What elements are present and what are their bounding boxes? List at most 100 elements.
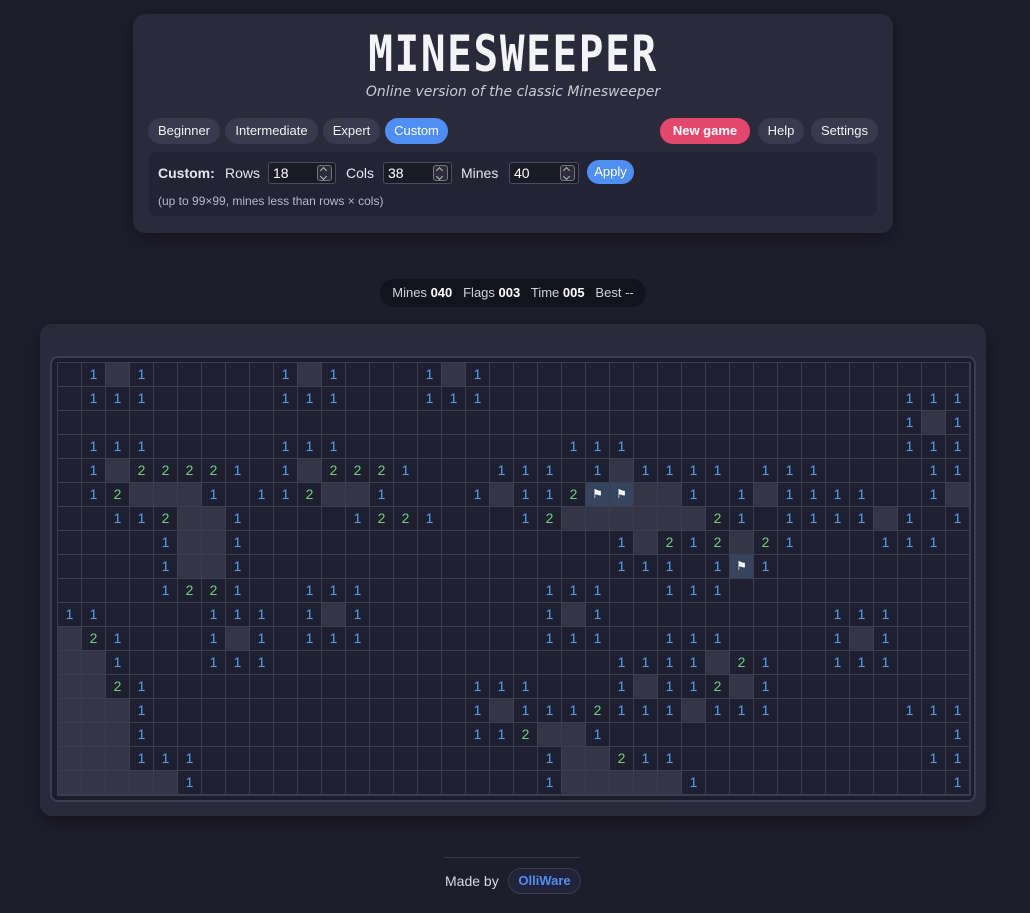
revealed-cell[interactable] bbox=[442, 651, 466, 675]
number-cell[interactable]: 1 bbox=[178, 747, 202, 771]
revealed-cell[interactable] bbox=[802, 747, 826, 771]
number-cell[interactable]: 1 bbox=[946, 387, 970, 411]
revealed-cell[interactable] bbox=[922, 579, 946, 603]
hidden-cell[interactable] bbox=[58, 723, 82, 747]
revealed-cell[interactable] bbox=[298, 531, 322, 555]
revealed-cell[interactable] bbox=[490, 627, 514, 651]
number-cell[interactable]: 1 bbox=[130, 507, 154, 531]
revealed-cell[interactable] bbox=[682, 603, 706, 627]
revealed-cell[interactable] bbox=[874, 411, 898, 435]
number-cell[interactable]: 1 bbox=[178, 771, 202, 795]
revealed-cell[interactable] bbox=[226, 363, 250, 387]
number-cell[interactable]: 1 bbox=[562, 435, 586, 459]
revealed-cell[interactable] bbox=[490, 507, 514, 531]
revealed-cell[interactable] bbox=[586, 555, 610, 579]
revealed-cell[interactable] bbox=[466, 459, 490, 483]
number-cell[interactable]: 1 bbox=[898, 387, 922, 411]
revealed-cell[interactable] bbox=[394, 723, 418, 747]
revealed-cell[interactable] bbox=[274, 411, 298, 435]
revealed-cell[interactable] bbox=[226, 483, 250, 507]
number-cell[interactable]: 1 bbox=[562, 627, 586, 651]
number-cell[interactable]: 1 bbox=[586, 579, 610, 603]
revealed-cell[interactable] bbox=[394, 435, 418, 459]
revealed-cell[interactable] bbox=[706, 483, 730, 507]
revealed-cell[interactable] bbox=[322, 555, 346, 579]
revealed-cell[interactable] bbox=[226, 387, 250, 411]
number-cell[interactable]: 1 bbox=[682, 579, 706, 603]
revealed-cell[interactable] bbox=[946, 579, 970, 603]
number-cell[interactable]: 1 bbox=[850, 603, 874, 627]
revealed-cell[interactable] bbox=[922, 675, 946, 699]
revealed-cell[interactable] bbox=[634, 627, 658, 651]
number-cell[interactable]: 1 bbox=[82, 387, 106, 411]
revealed-cell[interactable] bbox=[658, 363, 682, 387]
number-cell[interactable]: 1 bbox=[514, 699, 538, 723]
revealed-cell[interactable] bbox=[274, 531, 298, 555]
revealed-cell[interactable] bbox=[850, 771, 874, 795]
revealed-cell[interactable] bbox=[898, 483, 922, 507]
number-cell[interactable]: 1 bbox=[802, 483, 826, 507]
revealed-cell[interactable] bbox=[802, 579, 826, 603]
number-cell[interactable]: 1 bbox=[850, 651, 874, 675]
revealed-cell[interactable] bbox=[802, 531, 826, 555]
number-cell[interactable]: 1 bbox=[682, 531, 706, 555]
revealed-cell[interactable] bbox=[658, 723, 682, 747]
number-cell[interactable]: 1 bbox=[466, 723, 490, 747]
number-cell[interactable]: 2 bbox=[202, 459, 226, 483]
number-cell[interactable]: 1 bbox=[250, 483, 274, 507]
revealed-cell[interactable] bbox=[850, 363, 874, 387]
number-cell[interactable]: 1 bbox=[634, 459, 658, 483]
revealed-cell[interactable] bbox=[346, 435, 370, 459]
revealed-cell[interactable] bbox=[202, 435, 226, 459]
number-cell[interactable]: 2 bbox=[514, 723, 538, 747]
flagged-cell[interactable]: ⚑ bbox=[730, 555, 754, 579]
revealed-cell[interactable] bbox=[490, 603, 514, 627]
number-cell[interactable]: 1 bbox=[586, 603, 610, 627]
revealed-cell[interactable] bbox=[682, 723, 706, 747]
number-cell[interactable]: 1 bbox=[610, 531, 634, 555]
revealed-cell[interactable] bbox=[850, 555, 874, 579]
hidden-cell[interactable] bbox=[106, 363, 130, 387]
revealed-cell[interactable] bbox=[586, 531, 610, 555]
number-cell[interactable]: 1 bbox=[778, 531, 802, 555]
number-cell[interactable]: 1 bbox=[346, 579, 370, 603]
number-cell[interactable]: 1 bbox=[274, 363, 298, 387]
revealed-cell[interactable] bbox=[178, 699, 202, 723]
revealed-cell[interactable] bbox=[946, 603, 970, 627]
revealed-cell[interactable] bbox=[418, 675, 442, 699]
number-cell[interactable]: 1 bbox=[826, 627, 850, 651]
revealed-cell[interactable] bbox=[226, 435, 250, 459]
number-cell[interactable]: 1 bbox=[658, 651, 682, 675]
revealed-cell[interactable] bbox=[730, 363, 754, 387]
revealed-cell[interactable] bbox=[898, 603, 922, 627]
revealed-cell[interactable] bbox=[442, 411, 466, 435]
revealed-cell[interactable] bbox=[922, 603, 946, 627]
number-cell[interactable]: 1 bbox=[682, 675, 706, 699]
revealed-cell[interactable] bbox=[418, 411, 442, 435]
hidden-cell[interactable] bbox=[106, 747, 130, 771]
hidden-cell[interactable] bbox=[226, 627, 250, 651]
number-cell[interactable]: 1 bbox=[922, 699, 946, 723]
revealed-cell[interactable] bbox=[82, 507, 106, 531]
revealed-cell[interactable] bbox=[442, 675, 466, 699]
revealed-cell[interactable] bbox=[250, 723, 274, 747]
number-cell[interactable]: 1 bbox=[658, 627, 682, 651]
revealed-cell[interactable] bbox=[874, 387, 898, 411]
number-cell[interactable]: 2 bbox=[130, 459, 154, 483]
number-cell[interactable]: 1 bbox=[898, 507, 922, 531]
revealed-cell[interactable] bbox=[130, 411, 154, 435]
revealed-cell[interactable] bbox=[274, 675, 298, 699]
revealed-cell[interactable] bbox=[850, 747, 874, 771]
number-cell[interactable]: 2 bbox=[658, 531, 682, 555]
revealed-cell[interactable] bbox=[730, 771, 754, 795]
revealed-cell[interactable] bbox=[730, 459, 754, 483]
number-cell[interactable]: 1 bbox=[514, 459, 538, 483]
revealed-cell[interactable] bbox=[754, 771, 778, 795]
revealed-cell[interactable] bbox=[754, 387, 778, 411]
revealed-cell[interactable] bbox=[610, 411, 634, 435]
revealed-cell[interactable] bbox=[586, 651, 610, 675]
revealed-cell[interactable] bbox=[538, 555, 562, 579]
number-cell[interactable]: 1 bbox=[418, 363, 442, 387]
cols-input[interactable]: 38 bbox=[383, 162, 452, 184]
revealed-cell[interactable] bbox=[802, 699, 826, 723]
